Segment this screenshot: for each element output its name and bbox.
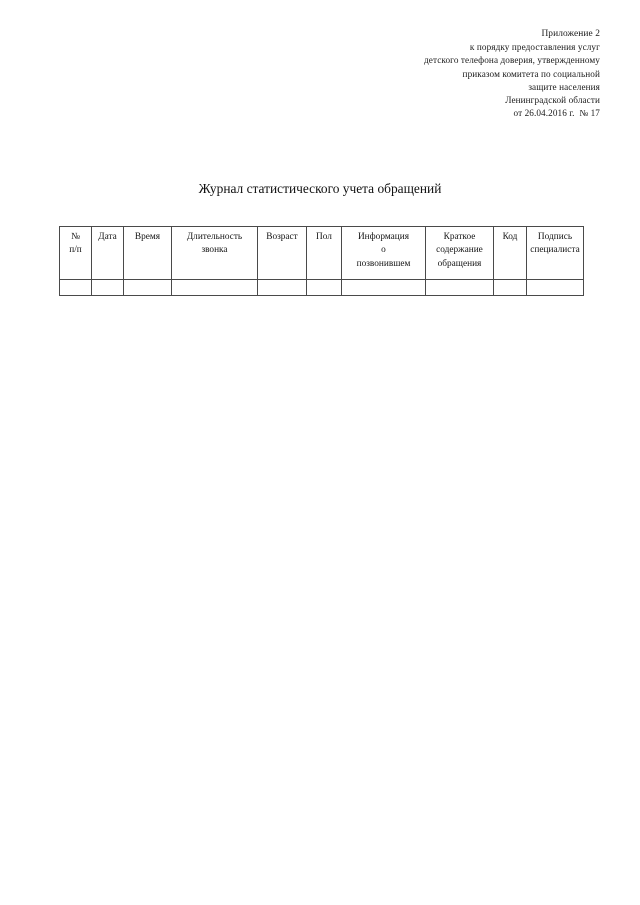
cell-date[interactable] [91, 279, 124, 296]
header-line-7: от 26.04.2016 г. № 17 [513, 108, 600, 119]
column-header-num-line-1: № [71, 232, 80, 242]
column-header-date-line-1: Дата [98, 232, 117, 242]
header-line-5: защите населения [528, 81, 600, 92]
column-header-num: № п/п [59, 226, 92, 280]
column-header-sex-line-1: Пол [316, 232, 332, 242]
cell-code[interactable] [493, 279, 527, 296]
journal-table: № п/п Дата Время Длительность звонка Воз [59, 226, 584, 296]
table-header: № п/п Дата Время Длительность звонка Воз [59, 226, 584, 280]
column-header-caller-info: Информация о позвонившем [341, 226, 426, 280]
cell-specialist-signature[interactable] [526, 279, 584, 296]
journal-table-container: № п/п Дата Время Длительность звонка Воз [59, 226, 584, 296]
column-header-brief-content-line-2: содержание [436, 245, 483, 256]
column-header-caller-info-line-2: о [381, 245, 386, 256]
column-header-sex: Пол [306, 226, 342, 280]
column-header-brief-content: Краткое содержание обращения [425, 226, 494, 280]
column-header-specialist-signature: Подпись специалиста [526, 226, 584, 280]
column-header-age-line-1: Возраст [266, 232, 298, 242]
column-header-code-line-1: Код [502, 232, 518, 242]
cell-brief-content[interactable] [425, 279, 494, 296]
cell-time[interactable] [123, 279, 172, 296]
document-page: Приложение 2 к порядку предоставления ус… [0, 0, 640, 905]
column-header-age: Возраст [257, 226, 307, 280]
cell-age[interactable] [257, 279, 307, 296]
header-line-3: детского телефона доверия, утвержденному [424, 55, 600, 66]
column-header-specialist-signature-line-2: специалиста [530, 245, 580, 256]
column-header-caller-info-line-3: позвонившем [356, 258, 411, 269]
cell-duration[interactable] [171, 279, 258, 296]
cell-caller-info[interactable] [341, 279, 426, 296]
column-header-caller-info-line-1: Информация [357, 232, 410, 242]
table-body [59, 279, 584, 296]
header-line-6: Ленинградской области [505, 95, 600, 106]
column-header-code: Код [493, 226, 527, 280]
column-header-date: Дата [91, 226, 124, 280]
header-line-2: к порядку предоставления услуг [469, 42, 600, 53]
column-header-time: Время [123, 226, 172, 280]
page-title: Журнал статистического учета обращений [198, 181, 442, 196]
header-line-4: приказом комитета по социальной [462, 68, 600, 79]
column-header-duration-line-1: Длительность [186, 232, 243, 242]
column-header-brief-content-line-1: Краткое [443, 232, 476, 242]
document-header-block: Приложение 2 к порядку предоставления ус… [240, 28, 600, 120]
cell-num[interactable] [59, 279, 92, 296]
table-header-row: № п/п Дата Время Длительность звонка Воз [59, 226, 584, 280]
header-line-1: Приложение 2 [541, 29, 600, 39]
column-header-specialist-signature-line-1: Подпись [537, 232, 573, 242]
column-header-time-line-1: Время [134, 232, 161, 242]
column-header-duration-line-2: звонка [201, 245, 228, 256]
column-header-num-line-2: п/п [69, 245, 82, 256]
cell-sex[interactable] [306, 279, 342, 296]
column-header-duration: Длительность звонка [171, 226, 258, 280]
table-row[interactable] [59, 279, 584, 296]
column-header-brief-content-line-3: обращения [437, 258, 482, 269]
